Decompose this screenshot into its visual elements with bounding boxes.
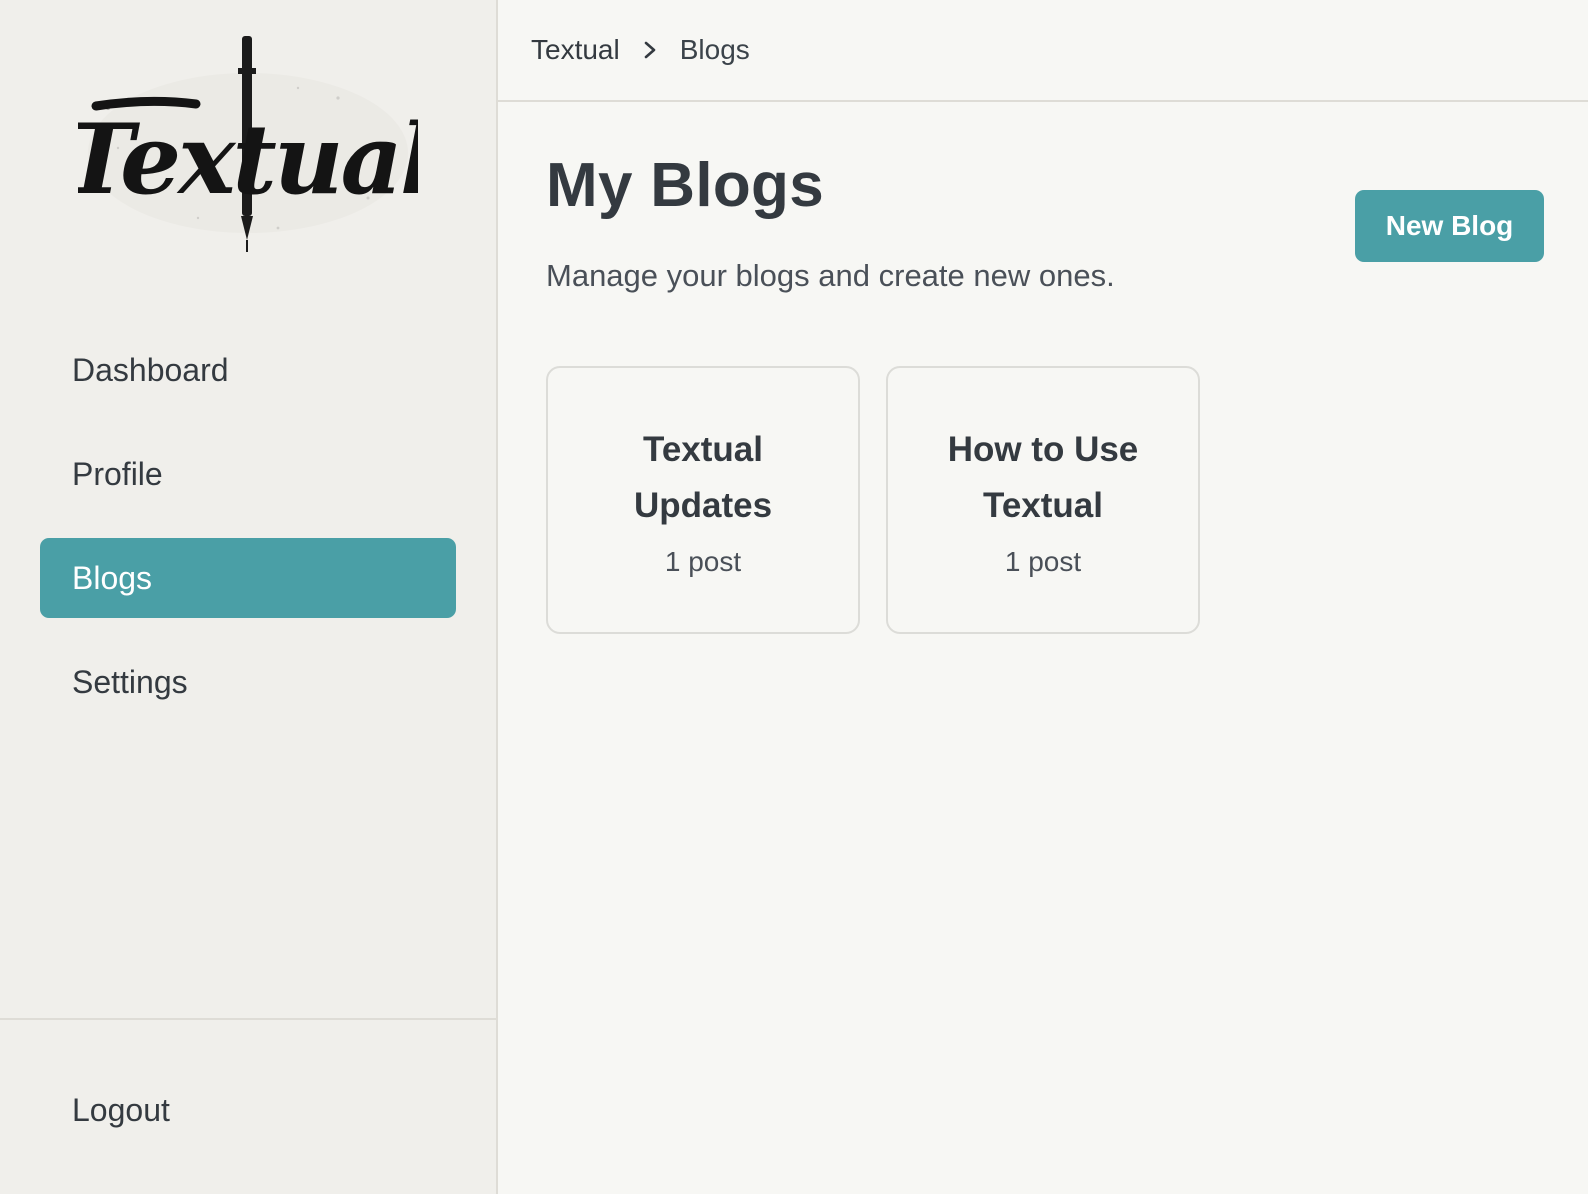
blog-card-title: How to Use Textual	[947, 430, 1139, 525]
blog-card-post-count: 1 post	[664, 546, 742, 577]
blog-card-title: Textual Updates	[633, 430, 773, 525]
page-subtitle: Manage your blogs and create new ones.	[546, 258, 1115, 293]
blog-list: Textual Updates 1 post How to Use Textua…	[546, 366, 1200, 634]
blog-card[interactable]: Textual Updates 1 post	[546, 366, 860, 634]
logout-label: Logout	[72, 1091, 170, 1128]
main-content: Textual Blogs My Blogs Manage your blogs…	[498, 0, 1588, 1194]
logo[interactable]: Textual	[0, 0, 496, 290]
sidebar-nav: Dashboard Profile Blogs Settings	[0, 290, 496, 722]
blog-card-post-count: 1 post	[1004, 546, 1082, 577]
sidebar-footer: Logout	[0, 1018, 496, 1194]
sidebar-item-blogs[interactable]: Blogs	[40, 538, 456, 618]
textual-logo-icon: Textual	[78, 36, 418, 252]
logout-button[interactable]: Logout	[40, 1080, 170, 1140]
breadcrumb: Textual Blogs	[498, 0, 1588, 102]
page-title: My Blogs	[546, 151, 824, 220]
sidebar-item-profile[interactable]: Profile	[40, 434, 456, 514]
new-blog-button[interactable]: New Blog	[1355, 190, 1544, 262]
svg-text:Textual: Textual	[78, 103, 418, 216]
sidebar-item-label: Profile	[72, 455, 163, 492]
sidebar: Textual Dashboard Profile Blogs Settings…	[0, 0, 498, 1194]
sidebar-item-label: Settings	[72, 663, 188, 700]
breadcrumb-current: Blogs	[679, 34, 750, 65]
blog-card[interactable]: How to Use Textual 1 post	[886, 366, 1200, 634]
sidebar-item-dashboard[interactable]: Dashboard	[40, 330, 456, 410]
sidebar-item-label: Blogs	[72, 559, 153, 596]
breadcrumb-root[interactable]: Textual	[531, 34, 620, 66]
sidebar-item-settings[interactable]: Settings	[40, 642, 456, 722]
app-root: Textual Dashboard Profile Blogs Settings…	[0, 0, 1588, 1194]
chevron-right-icon	[644, 41, 656, 59]
sidebar-item-label: Dashboard	[72, 351, 229, 388]
